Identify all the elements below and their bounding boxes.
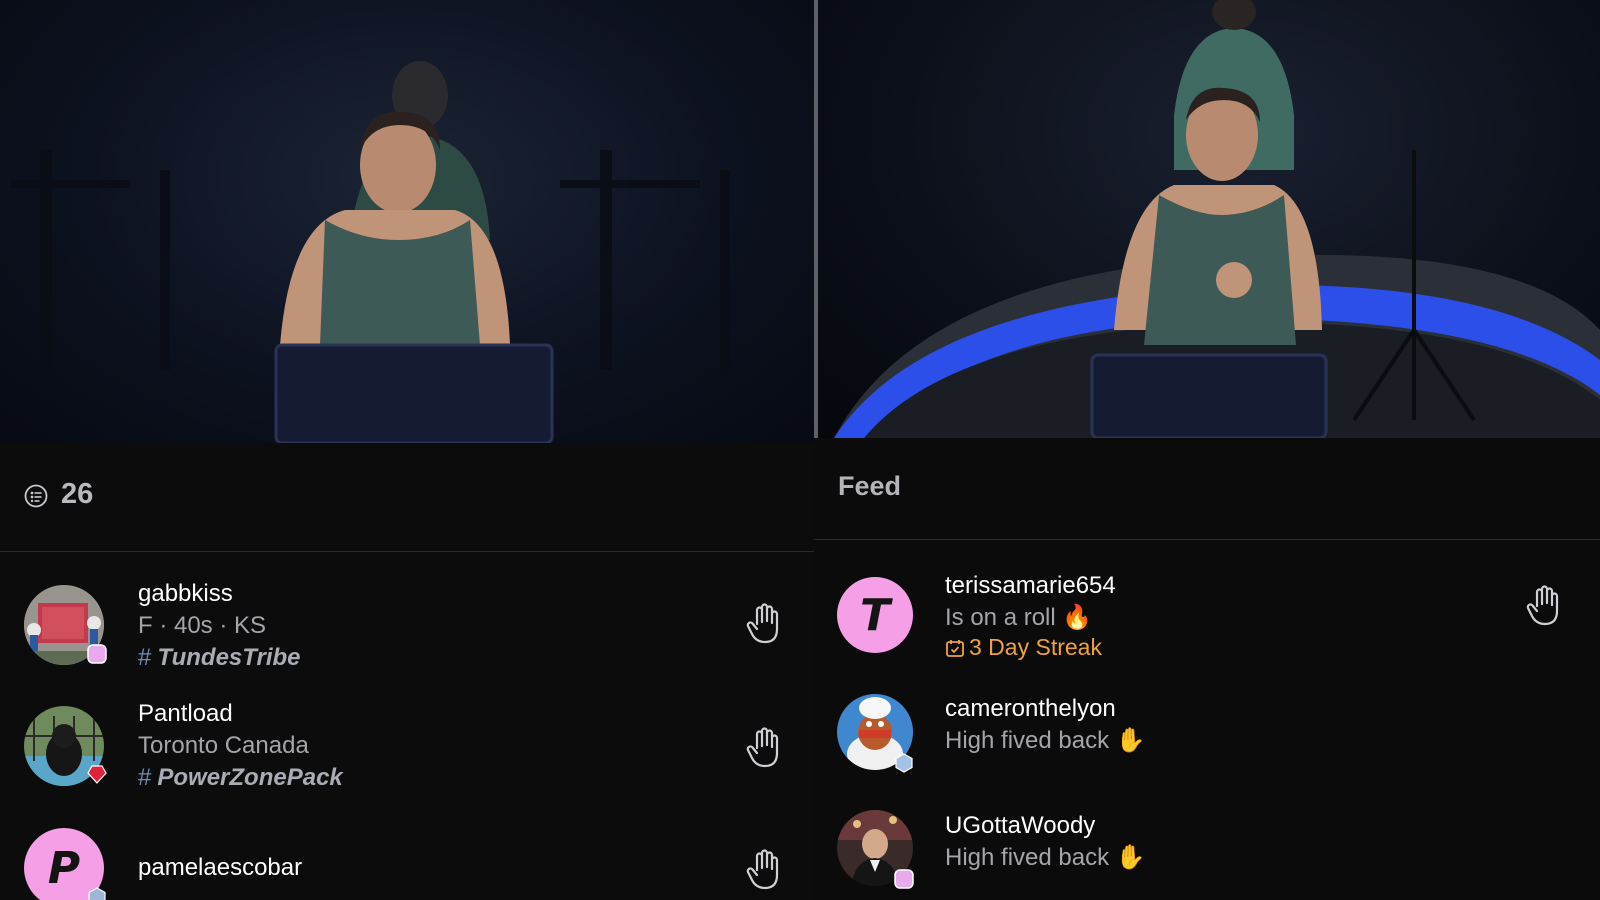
participants-list-icon[interactable] bbox=[24, 484, 48, 508]
participant-detail: F · 40s · KS bbox=[138, 612, 267, 639]
streak-label: 3 Day Streak bbox=[945, 634, 1102, 661]
participant-row[interactable]: gabbkiss F · 40s · KS # TundesTribe bbox=[0, 580, 814, 680]
instructor-video-left bbox=[0, 0, 814, 443]
participant-name[interactable]: Pantload bbox=[138, 700, 233, 728]
feed-item[interactable]: T terissamarie654 Is on a roll 🔥 3 Day S… bbox=[814, 572, 1600, 672]
feed-panel: Feed T terissamarie654 Is on a roll 🔥 3 … bbox=[814, 0, 1600, 900]
avatar[interactable]: T bbox=[837, 577, 913, 653]
participants-header bbox=[0, 443, 814, 552]
calendar-icon bbox=[946, 640, 964, 657]
high-five-hand-icon[interactable] bbox=[744, 602, 784, 646]
video-divider bbox=[814, 0, 818, 438]
participant-location: Toronto Canada bbox=[138, 732, 309, 759]
high-five-hand-icon[interactable] bbox=[1524, 584, 1564, 628]
membership-badge-icon bbox=[86, 763, 108, 785]
participant-row[interactable]: Pantload Toronto Canada # PowerZonePack bbox=[0, 700, 814, 800]
feed-message: Is on a roll 🔥 bbox=[945, 604, 1093, 631]
feed-message: High fived back ✋ bbox=[945, 844, 1146, 871]
participant-name[interactable]: pamelaescobar bbox=[138, 854, 302, 882]
membership-badge-icon bbox=[893, 752, 915, 774]
hashtag-icon: # bbox=[138, 764, 152, 791]
feed-user-name[interactable]: UGottaWoody bbox=[945, 812, 1095, 840]
instructor-video-scene bbox=[834, 0, 1600, 438]
feed-item[interactable]: cameronthelyon High fived back ✋ bbox=[814, 694, 1600, 780]
feed-item[interactable]: UGottaWoody High fived back ✋ bbox=[814, 810, 1600, 900]
membership-badge-icon bbox=[86, 886, 108, 900]
participant-tag[interactable]: # PowerZonePack bbox=[138, 764, 343, 792]
participants-panel: 26 gabbkiss F · 40s · KS # TundesTribe P… bbox=[0, 0, 814, 900]
feed-user-name[interactable]: cameronthelyon bbox=[945, 695, 1116, 723]
membership-badge-icon bbox=[893, 868, 915, 890]
high-five-hand-icon[interactable] bbox=[744, 848, 784, 892]
feed-message: High fived back ✋ bbox=[945, 727, 1146, 754]
high-five-hand-icon[interactable] bbox=[744, 726, 784, 770]
feed-header bbox=[814, 438, 1600, 540]
feed-user-name[interactable]: terissamarie654 bbox=[945, 572, 1116, 600]
hashtag-icon: # bbox=[138, 644, 152, 671]
participant-count: 26 bbox=[61, 478, 94, 510]
instructor-video-right bbox=[814, 0, 1600, 438]
membership-badge-icon bbox=[86, 643, 108, 665]
feed-title: Feed bbox=[838, 471, 902, 501]
participant-row[interactable]: P pamelaescobar bbox=[0, 826, 814, 900]
participant-name[interactable]: gabbkiss bbox=[138, 580, 233, 608]
participant-tag[interactable]: # TundesTribe bbox=[138, 644, 301, 672]
instructor-video-scene bbox=[10, 61, 730, 443]
